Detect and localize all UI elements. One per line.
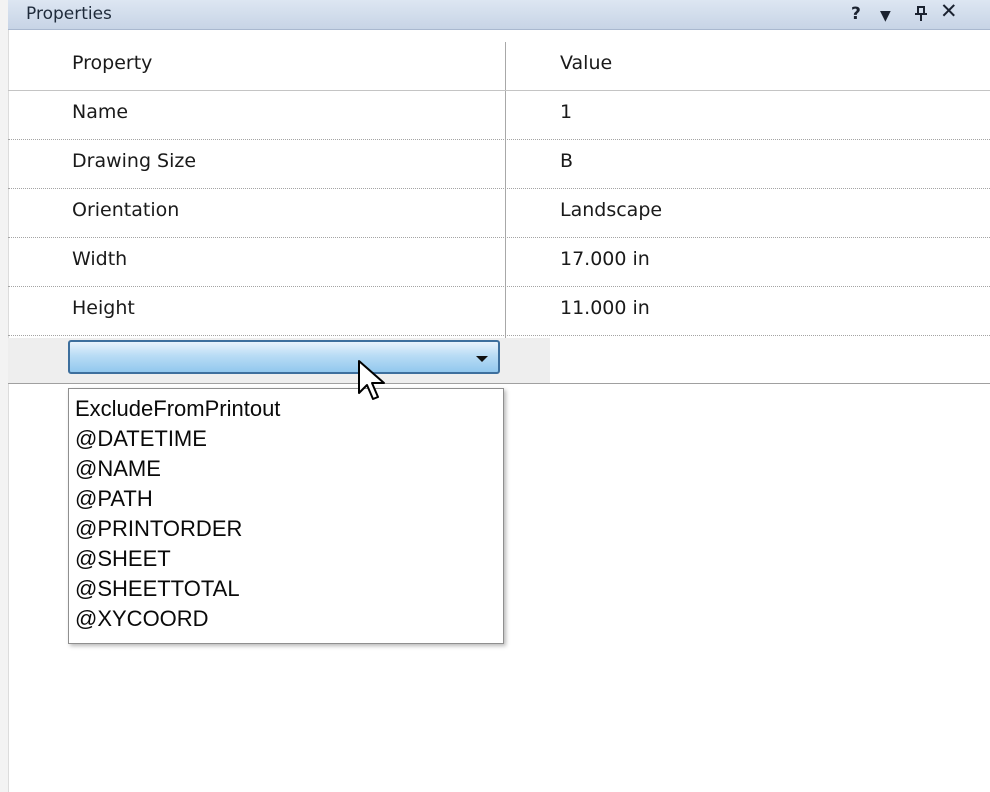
grid-row-orientation[interactable]: Orientation Landscape (8, 189, 990, 238)
property-value[interactable]: B (560, 150, 573, 172)
property-column-header[interactable]: Property (72, 52, 152, 74)
value-column-header[interactable]: Value (560, 52, 612, 74)
property-grid: Property Value Name 1 Drawing Size B Ori… (8, 42, 990, 386)
dropdown-option-sheettotal[interactable]: @SHEETTOTAL (75, 577, 240, 601)
property-name-dropdown-list[interactable]: ExcludeFromPrintout @DATETIME @NAME @PAT… (68, 388, 504, 644)
grid-row-height[interactable]: Height 11.000 in (8, 287, 990, 336)
pin-icon (915, 6, 927, 21)
panel-titlebar[interactable]: Properties ? ▼ ✕ (8, 0, 990, 30)
property-label: Width (72, 248, 128, 270)
property-name-combobox[interactable] (68, 340, 500, 374)
dropdown-option-xycoord[interactable]: @XYCOORD (75, 607, 209, 631)
property-value[interactable]: 1 (560, 101, 572, 123)
dropdown-option-printorder[interactable]: @PRINTORDER (75, 517, 242, 541)
pin-button[interactable] (914, 6, 928, 29)
grid-row-width[interactable]: Width 17.000 in (8, 238, 990, 287)
properties-panel: Properties ? ▼ ✕ Property Value Name 1 D… (0, 0, 990, 792)
panel-title: Properties (26, 4, 112, 24)
new-property-row[interactable] (8, 338, 990, 384)
dropdown-option-name[interactable]: @NAME (75, 457, 161, 481)
grid-row-name[interactable]: Name 1 (8, 91, 990, 140)
dropdown-option-datetime[interactable]: @DATETIME (75, 427, 207, 451)
property-value[interactable]: Landscape (560, 199, 662, 221)
window-menu-button[interactable]: ▼ (880, 6, 891, 26)
property-value[interactable]: 11.000 in (560, 297, 650, 319)
help-button[interactable]: ? (851, 4, 861, 24)
dropdown-option-excludefromprintout[interactable]: ExcludeFromPrintout (75, 397, 280, 421)
grid-row-drawing-size[interactable]: Drawing Size B (8, 140, 990, 189)
grid-header-row: Property Value (8, 42, 990, 91)
property-value[interactable]: 17.000 in (560, 248, 650, 270)
property-label: Name (72, 101, 129, 123)
property-label: Orientation (72, 199, 180, 221)
mouse-pointer-icon (358, 360, 385, 400)
dropdown-option-path[interactable]: @PATH (75, 487, 153, 511)
chevron-down-icon[interactable] (476, 356, 488, 362)
dropdown-option-sheet[interactable]: @SHEET (75, 547, 171, 571)
close-button[interactable]: ✕ (940, 1, 958, 22)
property-label: Height (72, 297, 135, 319)
property-label: Drawing Size (72, 150, 197, 172)
